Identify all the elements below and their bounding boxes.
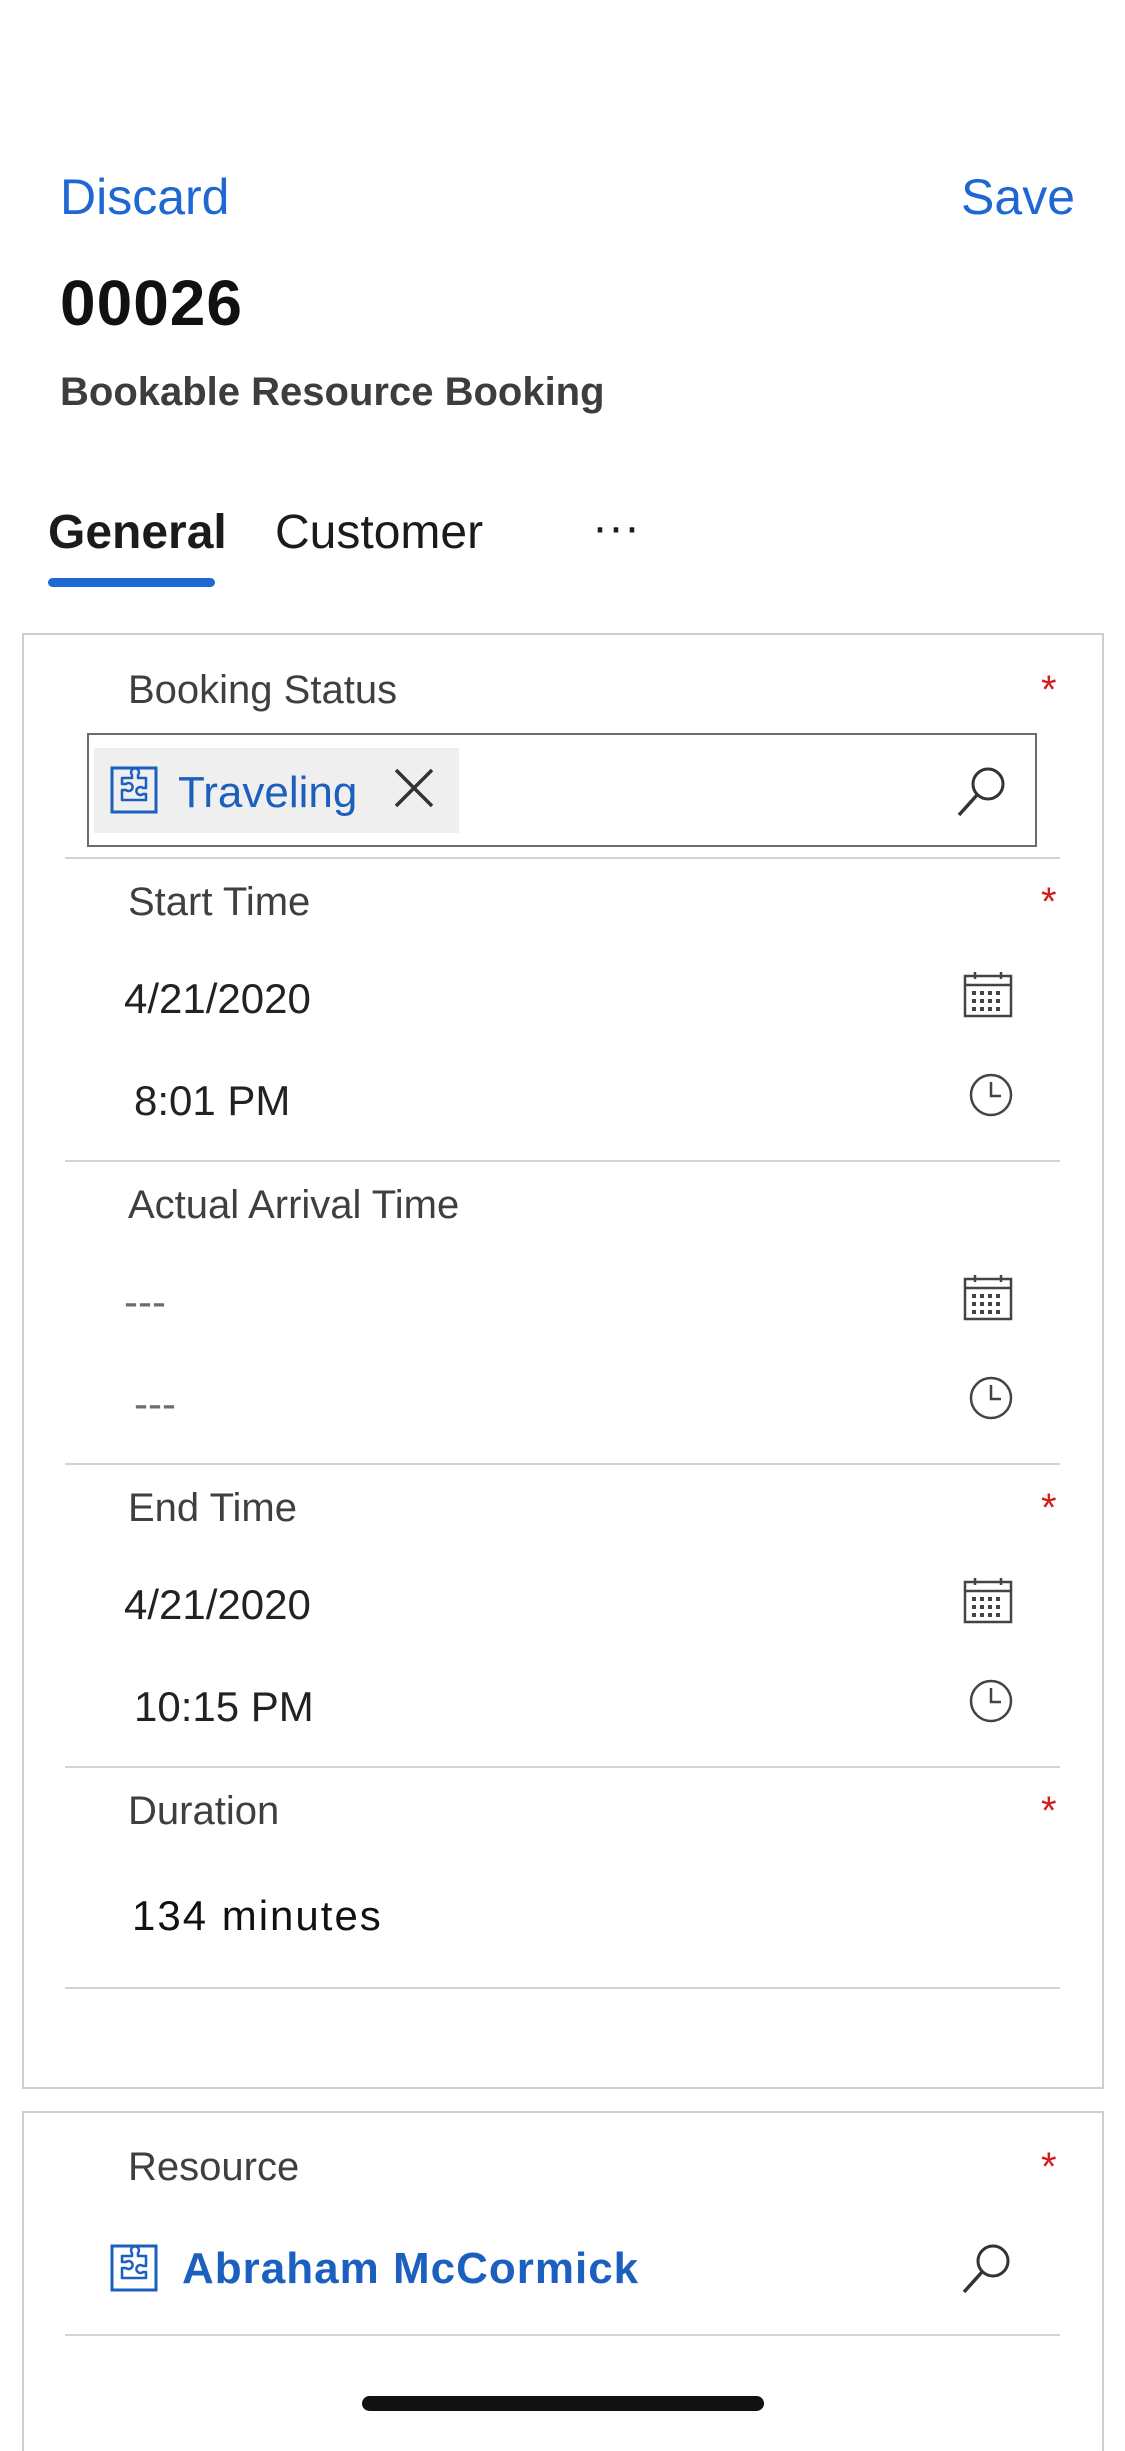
tab-general-underline	[48, 578, 215, 587]
resource-required: *	[1041, 2145, 1057, 2189]
tab-customer[interactable]: Customer	[275, 505, 483, 560]
general-section	[22, 633, 1104, 2089]
duration-label: Duration	[128, 1789, 280, 1833]
booking-status-label: Booking Status	[128, 668, 398, 712]
field-divider	[65, 1160, 1060, 1162]
actual-arrival-time-input[interactable]: ---	[134, 1380, 176, 1428]
calendar-icon[interactable]	[963, 1576, 1013, 1626]
clock-icon[interactable]	[968, 1375, 1014, 1421]
tab-more-button[interactable]: ···	[592, 500, 640, 555]
close-icon[interactable]	[392, 766, 436, 810]
duration-input[interactable]: 134 minutes	[132, 1892, 383, 1940]
booking-status-required: *	[1041, 668, 1057, 712]
start-time-required: *	[1041, 880, 1057, 924]
field-divider	[65, 1463, 1060, 1465]
puzzle-icon	[110, 2244, 158, 2292]
actual-arrival-date-input[interactable]: ---	[124, 1278, 166, 1326]
field-divider	[65, 1766, 1060, 1768]
resource-link[interactable]: Abraham McCormick	[182, 2244, 639, 2294]
actual-arrival-time-label: Actual Arrival Time	[128, 1183, 460, 1227]
start-time-label: Start Time	[128, 880, 311, 924]
field-divider	[65, 2334, 1060, 2336]
entity-name: Bookable Resource Booking	[60, 370, 605, 414]
start-date-input[interactable]: 4/21/2020	[124, 975, 311, 1023]
record-title: 00026	[60, 267, 243, 339]
home-indicator[interactable]	[362, 2396, 764, 2411]
calendar-icon[interactable]	[963, 1273, 1013, 1323]
field-divider	[65, 857, 1060, 859]
search-icon[interactable]	[955, 763, 1011, 819]
end-date-input[interactable]: 4/21/2020	[124, 1581, 311, 1629]
save-button[interactable]: Save	[961, 168, 1075, 226]
field-divider	[65, 1987, 1060, 1989]
duration-required: *	[1041, 1789, 1057, 1833]
resource-label: Resource	[128, 2145, 300, 2189]
puzzle-icon	[110, 766, 158, 814]
calendar-icon[interactable]	[963, 970, 1013, 1020]
start-time-input[interactable]: 8:01 PM	[134, 1077, 290, 1125]
discard-button[interactable]: Discard	[60, 168, 229, 226]
search-icon[interactable]	[960, 2240, 1016, 2296]
clock-icon[interactable]	[968, 1678, 1014, 1724]
end-time-required: *	[1041, 1486, 1057, 1530]
end-time-input[interactable]: 10:15 PM	[134, 1683, 314, 1731]
tab-general[interactable]: General	[48, 505, 227, 560]
end-time-label: End Time	[128, 1486, 297, 1530]
booking-status-value[interactable]: Traveling	[178, 768, 357, 818]
clock-icon[interactable]	[968, 1072, 1014, 1118]
